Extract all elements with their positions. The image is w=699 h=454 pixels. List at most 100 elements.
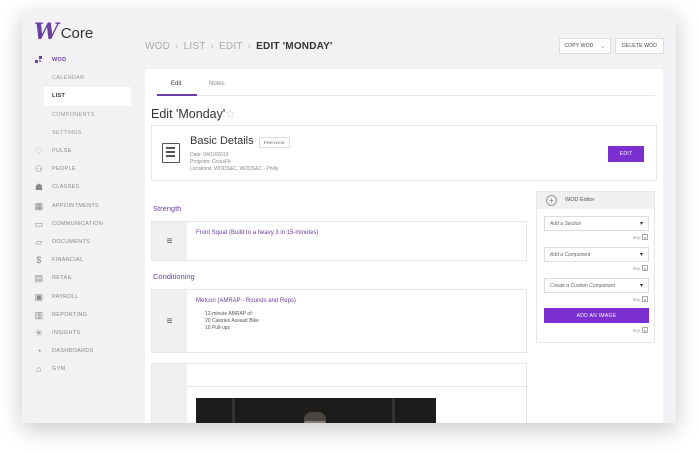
app-window: W Core WOD CALENDAR LIST COMPONENTS SETT…	[22, 11, 676, 423]
add-image-button[interactable]: ADD AN IMAGE	[544, 308, 649, 323]
basic-details-program: Program: CrossFit	[190, 159, 231, 165]
sidebar-item-gym[interactable]: ⌂ GYM	[22, 360, 134, 378]
custom-component-label: Create a Custom Component	[550, 283, 616, 289]
sidebar-item-documents[interactable]: ▱ DOCUMENTS	[22, 233, 134, 251]
chevron-down-icon: ⌄	[599, 43, 606, 50]
sidebar-item-dashboards[interactable]: ◔ DASHBOARDS	[22, 342, 134, 360]
section-title-conditioning: Conditioning	[153, 272, 195, 281]
sidebar-item-wod[interactable]: WOD	[22, 51, 134, 69]
component-card[interactable]: ≡ Front Squat (Build to a heavy 3 in 15-…	[151, 221, 527, 261]
sidebar-item-label: REPORTING	[52, 311, 88, 318]
basic-details-date: Date: 04/10/2019	[190, 152, 229, 158]
sidebar-item-people[interactable]: ⚇ PEOPLE	[22, 160, 134, 178]
chevron-right-icon: ›	[175, 41, 179, 52]
tab-active-indicator	[157, 94, 197, 96]
component-title[interactable]: Metcon (AMRAP - Rounds and Reps)	[196, 298, 296, 304]
key-label: key	[632, 235, 640, 240]
add-section-label: Add a Section	[550, 221, 582, 227]
sidebar-item-label: INSIGHTS	[52, 329, 81, 336]
key-hint: key s	[633, 265, 648, 271]
delete-wod-label: DELETE WOD	[621, 43, 658, 49]
sidebar-subitem-list[interactable]: LIST	[44, 87, 131, 106]
logo[interactable]: W Core	[34, 21, 93, 43]
sidebar-item-label: FINANCIAL	[52, 257, 84, 264]
report-icon: ▥	[34, 309, 44, 320]
add-component-label: Add a Component	[550, 252, 591, 258]
breadcrumb-edit[interactable]: EDIT	[219, 41, 243, 52]
key-label: key	[632, 266, 640, 271]
breadcrumb-wod[interactable]: WOD	[145, 41, 170, 52]
edit-details-button[interactable]: EDIT	[608, 146, 644, 162]
puzzle-icon	[34, 55, 44, 65]
key-badge: s	[642, 265, 648, 271]
sidebar-item-label: GYM	[52, 366, 66, 373]
star-icon[interactable]: ☆	[225, 107, 236, 121]
retail-icon: ▤	[34, 273, 44, 284]
sidebar-item-pulse[interactable]: ♡ PULSE	[22, 142, 134, 160]
component-title[interactable]: Front Squat (Build to a heavy 3 in 15-mi…	[196, 230, 318, 236]
sidebar-item-label: DOCUMENTS	[52, 238, 91, 245]
tab-divider	[155, 95, 655, 96]
key-label: key	[632, 297, 640, 302]
add-section-select[interactable]: Add a Section ▾	[544, 216, 649, 231]
breadcrumb: WOD › LIST › EDIT › EDIT 'MONDAY'	[145, 41, 333, 52]
gym-icon: ⌂	[36, 364, 42, 375]
sidebar-item-financial[interactable]: $ FINANCIAL	[22, 251, 134, 269]
logo-text: Core	[60, 25, 94, 42]
plus-circle-icon[interactable]: +	[546, 195, 557, 206]
add-component-select[interactable]: Add a Component ▾	[544, 247, 649, 262]
key-badge: s	[642, 296, 648, 302]
key-badge: s	[642, 327, 648, 333]
chevron-right-icon: ›	[247, 41, 252, 52]
basic-details-locations: Locations: WODS&C, WODS&C - Philly	[190, 166, 279, 172]
basic-details-title: Basic Details	[190, 135, 254, 147]
custom-component-select[interactable]: Create a Custom Component ▾	[544, 278, 649, 293]
sidebar-subitem-components[interactable]: COMPONENTS	[22, 106, 134, 124]
sidebar-item-retail[interactable]: ▤ RETAIL	[22, 269, 134, 287]
copy-wod-button[interactable]: COPY WOD ⌄	[559, 38, 611, 54]
drag-handle-area[interactable]	[152, 364, 187, 423]
sidebar-item-appointments[interactable]: ▦ APPOINTMENTS	[22, 197, 134, 215]
key-hint: key s	[633, 327, 648, 333]
sidebar-item-label: DASHBOARDS	[52, 348, 94, 355]
sidebar-item-label: PEOPLE	[52, 166, 76, 173]
folder-icon: ▱	[35, 236, 43, 247]
component-line: 12-minute AMRAP of:	[205, 311, 253, 317]
sidebar-item-payroll[interactable]: ▣ PAYROLL	[22, 287, 134, 305]
sidebar-item-label: APPOINTMENTS	[52, 202, 99, 209]
classes-icon: ☗	[34, 182, 44, 193]
workout-photo	[196, 398, 436, 423]
breadcrumb-list[interactable]: LIST	[184, 41, 206, 52]
sidebar-item-communication[interactable]: ▭ COMMUNICATION	[22, 215, 134, 233]
calendar-icon: ▦	[34, 200, 44, 211]
component-line: 20 Calories Assault Bike	[205, 318, 259, 324]
wod-editor-panel: + WOD Editor Add a Section ▾ key s Add a …	[536, 191, 655, 343]
tab-notes[interactable]: Notes	[209, 81, 225, 87]
caret-down-icon: ▾	[639, 221, 643, 227]
sidebar-item-label: COMMUNICATION	[52, 220, 104, 227]
sidebar-subitem-settings[interactable]: SETTINGS	[22, 124, 134, 142]
preview-button[interactable]: PREVIEW	[259, 137, 290, 148]
page-title: Edit 'Monday'	[151, 107, 226, 121]
payroll-icon: ▣	[34, 291, 44, 302]
dollar-icon: $	[36, 255, 42, 266]
drag-handle-icon[interactable]: ≡	[152, 222, 187, 260]
sidebar-item-label: PULSE	[52, 148, 72, 155]
sidebar-item-reporting[interactable]: ▥ REPORTING	[22, 306, 134, 324]
image-component-card[interactable]	[151, 363, 528, 423]
caret-down-icon: ▾	[639, 252, 643, 258]
chevron-right-icon: ›	[210, 41, 215, 52]
sidebar-item-insights[interactable]: ✳ INSIGHTS	[22, 324, 134, 342]
caret-down-icon: ▾	[639, 283, 643, 289]
sidebar-item-label: WOD	[52, 57, 67, 64]
component-card[interactable]: ≡ Metcon (AMRAP - Rounds and Reps) 12-mi…	[151, 289, 527, 353]
dashboard-icon: ◔	[36, 346, 42, 357]
tab-edit[interactable]: Edit	[171, 81, 181, 87]
logo-mark: W	[34, 19, 59, 45]
sidebar-subitem-calendar[interactable]: CALENDAR	[22, 69, 134, 87]
drag-handle-icon[interactable]: ≡	[152, 290, 187, 352]
document-list-icon	[162, 143, 180, 163]
copy-wod-label: COPY WOD	[564, 43, 594, 49]
delete-wod-button[interactable]: DELETE WOD	[615, 38, 664, 54]
sidebar-item-classes[interactable]: ☗ CLASSES	[22, 178, 134, 196]
